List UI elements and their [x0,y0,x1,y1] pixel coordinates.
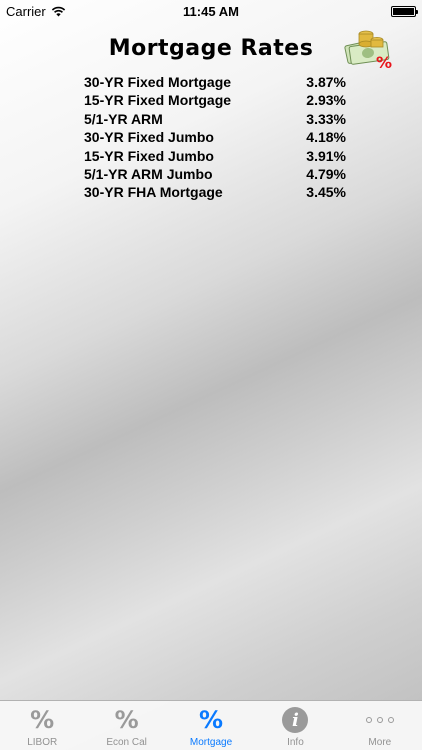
rate-row[interactable]: 15-YR Fixed Jumbo 3.91% [84,147,346,165]
percent-icon: % [198,706,224,734]
rate-value: 4.79% [306,165,346,182]
tab-label: More [368,737,392,748]
money-percent-logo: % [344,30,392,70]
rate-name: 30-YR Fixed Mortgage [84,74,232,90]
tab-label: Info [287,737,304,748]
rate-value: 3.87% [306,74,346,90]
tab-libor[interactable]: % LIBOR [0,701,84,750]
tab-label: Mortgage [189,737,233,748]
percent-icon: % [30,706,55,734]
rate-value: 3.91% [306,147,346,164]
rate-row[interactable]: 15-YR Fixed Mortgage 2.93% [84,91,346,109]
tab-more[interactable]: More [338,701,422,750]
info-icon: i [282,707,309,733]
tab-mortgage[interactable]: % Mortgage [169,701,253,750]
rate-name: 30-YR FHA Mortgage [84,184,223,201]
rate-row[interactable]: 30-YR FHA Mortgage 3.45% [84,183,346,201]
tab-label: Econ Cal [106,737,147,748]
rate-name: 5/1-YR ARM Jumbo [84,165,213,182]
more-icon [365,705,394,735]
tab-label: LIBOR [27,737,58,748]
rate-row[interactable]: 5/1-YR ARM 3.33% [84,110,346,128]
percent-icon: % [114,706,139,734]
rate-value: 4.18% [306,129,346,146]
carrier-label: Carrier [6,3,46,19]
rate-row[interactable]: 5/1-YR ARM Jumbo 4.79% [84,165,346,183]
rate-value: 3.45% [306,184,346,201]
rate-name: 15-YR Fixed Mortgage [84,92,232,109]
rate-value: 3.33% [306,110,346,127]
tab-econ-cal[interactable]: % Econ Cal [84,701,168,750]
status-left: Carrier [6,4,66,19]
tab-bar: % LIBOR % Econ Cal % Mortgage i Info Mor… [0,700,422,750]
rate-row[interactable]: 30-YR Fixed Mortgage 3.87% [84,73,346,91]
rate-name: 5/1-YR ARM [84,110,163,127]
rates-list: 30-YR Fixed Mortgage 3.87% 15-YR Fixed M… [84,73,346,202]
rate-value: 2.93% [306,92,346,109]
rate-name: 30-YR Fixed Jumbo [84,129,214,146]
rate-row[interactable]: 30-YR Fixed Jumbo 4.18% [84,128,346,146]
svg-text:%: % [376,53,392,70]
battery-icon [391,5,418,17]
status-bar: Carrier 11:45 AM [0,0,422,22]
tab-info[interactable]: i Info [253,701,337,750]
wifi-icon [51,6,65,16]
rate-name: 15-YR Fixed Jumbo [84,147,214,164]
